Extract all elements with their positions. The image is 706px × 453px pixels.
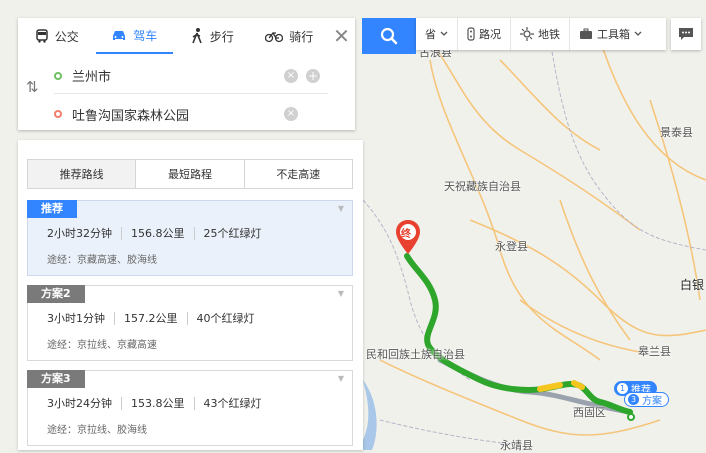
bus-icon	[35, 29, 48, 43]
plan-via: 途经：京拉线、胶海线	[47, 425, 147, 436]
plan-lights: 43个红绿灯	[193, 397, 271, 410]
plan-via: 途经：京拉线、京藏高速	[47, 340, 157, 351]
toolbox-icon	[580, 28, 592, 39]
route-plan-3[interactable]: 方案3 ▼ 3小时24分钟 153.8公里 43个红绿灯 途经：京拉线、胶海线	[27, 370, 353, 446]
province-label: 省	[425, 28, 436, 41]
end-marker[interactable]: 终	[396, 220, 420, 254]
route-badge-alt[interactable]: 3 方案	[624, 392, 669, 407]
tab-shortest[interactable]: 最短路程	[135, 160, 243, 188]
plan-distance: 156.8公里	[121, 227, 194, 240]
map-label: 永登县	[495, 240, 528, 253]
chevron-down-icon	[634, 31, 642, 36]
map-toolbar: 省 路况 地铁 工具箱	[416, 18, 666, 50]
end-field[interactable]: 吐鲁沟国家森林公园 ×	[54, 96, 328, 132]
tab-label: 骑行	[289, 29, 314, 44]
map-label: 民和回族土族自治县	[366, 348, 465, 361]
start-dot-icon	[54, 71, 62, 80]
toolbox-label: 工具箱	[597, 28, 630, 41]
map-label: 皋兰县	[638, 345, 671, 358]
route-search-panel: 公交 驾车 步行 骑行 ✕ ⇅ 兰州市 × + 吐鲁沟国家森林公园 ×	[18, 18, 355, 130]
map-label: 西固区	[573, 406, 606, 419]
route-sort-tabs: 推荐路线 最短路程 不走高速	[27, 159, 353, 189]
caret-down-icon: ▼	[337, 374, 344, 383]
walk-icon	[191, 28, 202, 44]
plan-time: 3小时1分钟	[47, 312, 105, 325]
end-marker-label: 终	[401, 229, 411, 240]
tab-label: 公交	[54, 29, 79, 44]
subway-button[interactable]: 地铁	[510, 18, 569, 50]
plan-tag: 推荐	[27, 200, 77, 218]
caret-down-icon: ▼	[337, 289, 344, 298]
province-select[interactable]: 省	[416, 18, 457, 50]
tab-bus[interactable]: 公交	[18, 18, 96, 54]
travel-mode-tabs: 公交 驾车 步行 骑行	[18, 18, 328, 54]
tab-walk[interactable]: 步行	[173, 18, 251, 54]
traffic-button[interactable]: 路况	[457, 18, 510, 50]
tab-no-highway[interactable]: 不走高速	[243, 160, 352, 188]
swap-icon[interactable]: ⇅	[26, 78, 39, 96]
tab-bike[interactable]: 骑行	[251, 18, 329, 54]
plan-distance: 157.2公里	[114, 312, 187, 325]
bike-icon	[265, 31, 284, 43]
route-results-panel: 推荐路线 最短路程 不走高速 推荐 ▼ 2小时32分钟 156.8公里 25个红…	[18, 140, 363, 450]
plan-tag: 方案2	[27, 285, 85, 303]
end-input[interactable]: 吐鲁沟国家森林公园	[72, 105, 189, 124]
plan-tag: 方案3	[27, 370, 85, 388]
caret-down-icon: ▼	[337, 204, 344, 213]
tab-label: 步行	[209, 29, 234, 44]
close-icon: ✕	[333, 24, 350, 48]
traffic-light-icon	[467, 27, 475, 41]
clear-end-button[interactable]: ×	[284, 107, 298, 121]
plan-time: 2小时32分钟	[47, 227, 112, 240]
tab-recommended[interactable]: 推荐路线	[28, 160, 136, 188]
subway-icon	[520, 27, 534, 41]
plan-lights: 25个红绿灯	[193, 227, 271, 240]
message-button[interactable]	[671, 18, 701, 50]
plan-stats: 2小时32分钟 156.8公里 25个红绿灯	[47, 227, 271, 240]
end-dot-icon	[54, 110, 62, 118]
traffic-label: 路况	[479, 28, 501, 41]
search-icon	[380, 27, 398, 45]
chevron-down-icon	[440, 31, 448, 36]
plan-time: 3小时24分钟	[47, 397, 112, 410]
car-icon	[113, 31, 126, 40]
clear-start-button[interactable]: ×	[284, 69, 298, 83]
plan-via: 途经：京藏高速、胶海线	[47, 255, 157, 266]
close-button[interactable]: ✕	[328, 18, 355, 54]
map-label: 天祝藏族自治县	[444, 180, 521, 193]
map-label: 白银	[680, 278, 705, 292]
badge-number: 3	[628, 394, 639, 405]
tab-label: 驾车	[133, 28, 158, 43]
badge-label: 方案	[642, 396, 662, 407]
route-plan-2[interactable]: 方案2 ▼ 3小时1分钟 157.2公里 40个红绿灯 途经：京拉线、京藏高速	[27, 285, 353, 361]
search-button[interactable]	[362, 18, 416, 54]
toolbox-button[interactable]: 工具箱	[569, 18, 651, 50]
subway-label: 地铁	[538, 28, 560, 41]
tab-drive[interactable]: 驾车	[95, 18, 173, 54]
plan-stats: 3小时1分钟 157.2公里 40个红绿灯	[47, 312, 264, 325]
map-label: 永靖县	[500, 439, 533, 452]
start-marker	[627, 413, 635, 421]
plan-distance: 153.8公里	[121, 397, 194, 410]
plan-stats: 3小时24分钟 153.8公里 43个红绿灯	[47, 397, 271, 410]
start-input[interactable]: 兰州市	[72, 66, 111, 85]
route-plan-1[interactable]: 推荐 ▼ 2小时32分钟 156.8公里 25个红绿灯 途经：京藏高速、胶海线	[27, 200, 353, 276]
plan-lights: 40个红绿灯	[186, 312, 264, 325]
map-label: 景泰县	[660, 126, 693, 139]
message-icon	[679, 28, 693, 40]
add-waypoint-button[interactable]: +	[306, 69, 320, 83]
start-field[interactable]: 兰州市 × +	[54, 58, 328, 94]
